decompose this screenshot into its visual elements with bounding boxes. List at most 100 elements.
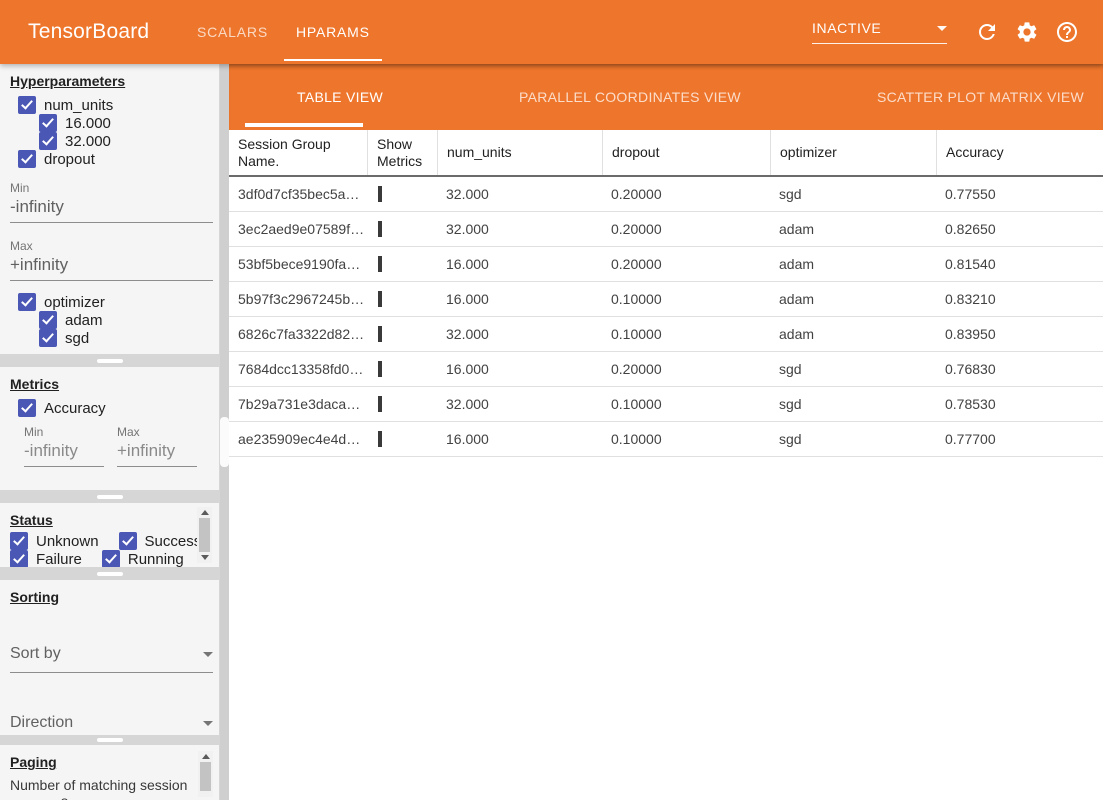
- direction-dropdown[interactable]: Direction: [10, 714, 213, 735]
- pane-divider: [0, 735, 219, 745]
- chevron-down-icon: [203, 721, 213, 726]
- pane-resize-handle[interactable]: [97, 495, 123, 499]
- accuracy-cell: 0.83210: [936, 291, 1103, 307]
- show-metrics-checkbox[interactable]: [378, 361, 382, 377]
- accuracy-cell: 0.83950: [936, 326, 1103, 342]
- status-pane: Status Unknown Success Failure Running: [0, 503, 219, 567]
- status-failure-checkbox[interactable]: [10, 550, 28, 567]
- optimizer-checkbox[interactable]: [18, 293, 36, 311]
- dropout-max-input[interactable]: [10, 253, 213, 281]
- table-row: ae235909ec4e4d… 16.000 0.10000 sgd 0.777…: [229, 422, 1103, 457]
- show-metrics-checkbox[interactable]: [378, 431, 382, 447]
- metric-max-input[interactable]: [117, 439, 197, 467]
- paging-scrollbar[interactable]: [198, 751, 213, 797]
- pane-resize-handle[interactable]: [97, 738, 123, 742]
- table-row: 7b29a731e3daca… 32.000 0.10000 sgd 0.785…: [229, 387, 1103, 422]
- num-units-cell: 32.000: [437, 221, 602, 237]
- optimizer-adam-checkbox[interactable]: [39, 311, 57, 329]
- pane-resize-handle[interactable]: [97, 572, 123, 576]
- optimizer-cell: adam: [770, 221, 936, 237]
- num-units-checkbox[interactable]: [18, 96, 36, 114]
- hparam-num-units-row: num_units: [10, 96, 213, 114]
- tab-table-view[interactable]: TABLE VIEW: [229, 64, 451, 130]
- status-success-label: Success: [145, 533, 202, 550]
- header-actions: INACTIVE: [812, 20, 1087, 44]
- show-metrics-checkbox[interactable]: [378, 326, 382, 342]
- metrics-pane: Metrics Accuracy Min Max: [0, 367, 219, 490]
- sidebar-scrollbar[interactable]: [220, 64, 229, 800]
- column-header-session-group-name[interactable]: Session Group Name.: [229, 130, 367, 175]
- optimizer-sgd-checkbox[interactable]: [39, 329, 57, 347]
- status-running-checkbox[interactable]: [102, 550, 120, 567]
- dropout-cell: 0.10000: [602, 326, 770, 342]
- dropout-cell: 0.10000: [602, 291, 770, 307]
- status-success-checkbox[interactable]: [119, 532, 137, 550]
- pane-divider: [0, 490, 219, 503]
- column-header-optimizer[interactable]: optimizer: [770, 130, 936, 175]
- status-unknown-label: Unknown: [36, 533, 99, 550]
- num-units-16-label: 16.000: [65, 115, 111, 132]
- session-group-name-cell: 7b29a731e3daca…: [229, 396, 367, 412]
- settings-button[interactable]: [1015, 20, 1039, 44]
- status-row: Unknown Success: [10, 532, 213, 550]
- accuracy-checkbox[interactable]: [18, 399, 36, 417]
- accuracy-cell: 0.77550: [936, 186, 1103, 202]
- chevron-down-icon: [937, 26, 947, 31]
- pane-divider: [0, 567, 219, 580]
- show-metrics-checkbox[interactable]: [378, 221, 382, 237]
- metrics-title: Metrics: [10, 373, 213, 399]
- optimizer-cell: sgd: [770, 186, 936, 202]
- run-status-selector[interactable]: INACTIVE: [812, 20, 947, 44]
- num-units-cell: 16.000: [437, 361, 602, 377]
- refresh-button[interactable]: [975, 20, 999, 44]
- num-units-cell: 16.000: [437, 256, 602, 272]
- status-unknown-checkbox[interactable]: [10, 532, 28, 550]
- dropout-cell: 0.20000: [602, 221, 770, 237]
- num-units-cell: 32.000: [437, 396, 602, 412]
- scrollbar-thumb[interactable]: [199, 518, 210, 552]
- accuracy-cell: 0.81540: [936, 256, 1103, 272]
- pane-resize-handle[interactable]: [97, 359, 123, 363]
- column-header-num-units[interactable]: num_units: [437, 130, 602, 175]
- tab-parallel-coordinates-view[interactable]: PARALLEL COORDINATES VIEW: [451, 64, 809, 130]
- accuracy-label: Accuracy: [44, 400, 106, 417]
- optimizer-cell: adam: [770, 256, 936, 272]
- scroll-up-arrow[interactable]: [202, 754, 210, 759]
- pane-divider: [0, 354, 219, 367]
- optimizer-cell: sgd: [770, 431, 936, 447]
- column-header-show-metrics[interactable]: Show Metrics: [367, 130, 437, 175]
- num-units-cell: 32.000: [437, 186, 602, 202]
- hparam-optimizer-row: optimizer: [10, 293, 213, 311]
- scrollbar-thumb[interactable]: [200, 762, 211, 791]
- optimizer-cell: adam: [770, 291, 936, 307]
- tab-scalars[interactable]: SCALARS: [183, 0, 282, 64]
- show-metrics-checkbox[interactable]: [378, 396, 382, 412]
- dropout-checkbox[interactable]: [18, 150, 36, 168]
- show-metrics-checkbox[interactable]: [378, 186, 382, 202]
- sort-by-label: Sort by: [10, 645, 61, 663]
- num-units-16-checkbox[interactable]: [39, 114, 57, 132]
- help-icon: [1055, 20, 1079, 44]
- dropout-min-input[interactable]: [10, 195, 213, 223]
- sidebar-scrollbar-thumb[interactable]: [220, 417, 229, 467]
- status-scrollbar[interactable]: [197, 507, 212, 563]
- sort-by-dropdown[interactable]: Sort by: [10, 645, 213, 673]
- app-header: TensorBoard SCALARS HPARAMS INACTIVE: [0, 0, 1103, 64]
- scroll-down-arrow[interactable]: [201, 555, 209, 560]
- metric-min-input[interactable]: [24, 439, 104, 467]
- dropout-max-label: Max: [10, 239, 213, 253]
- tab-scatter-plot-matrix-view[interactable]: SCATTER PLOT MATRIX VIEW: [809, 64, 1103, 130]
- matching-groups-count: Number of matching session groups: 8: [10, 776, 188, 800]
- help-button[interactable]: [1055, 20, 1079, 44]
- show-metrics-checkbox[interactable]: [378, 291, 382, 307]
- status-title: Status: [10, 509, 213, 532]
- tab-hparams[interactable]: HPARAMS: [282, 0, 384, 64]
- column-header-dropout[interactable]: dropout: [602, 130, 770, 175]
- num-units-32-checkbox[interactable]: [39, 132, 57, 150]
- show-metrics-checkbox[interactable]: [378, 256, 382, 272]
- paging-title: Paging: [10, 751, 213, 772]
- scroll-up-arrow[interactable]: [201, 510, 209, 515]
- hparam-dropout-row: dropout: [10, 150, 213, 168]
- status-row: Failure Running: [10, 550, 213, 567]
- column-header-accuracy[interactable]: Accuracy: [936, 130, 1103, 175]
